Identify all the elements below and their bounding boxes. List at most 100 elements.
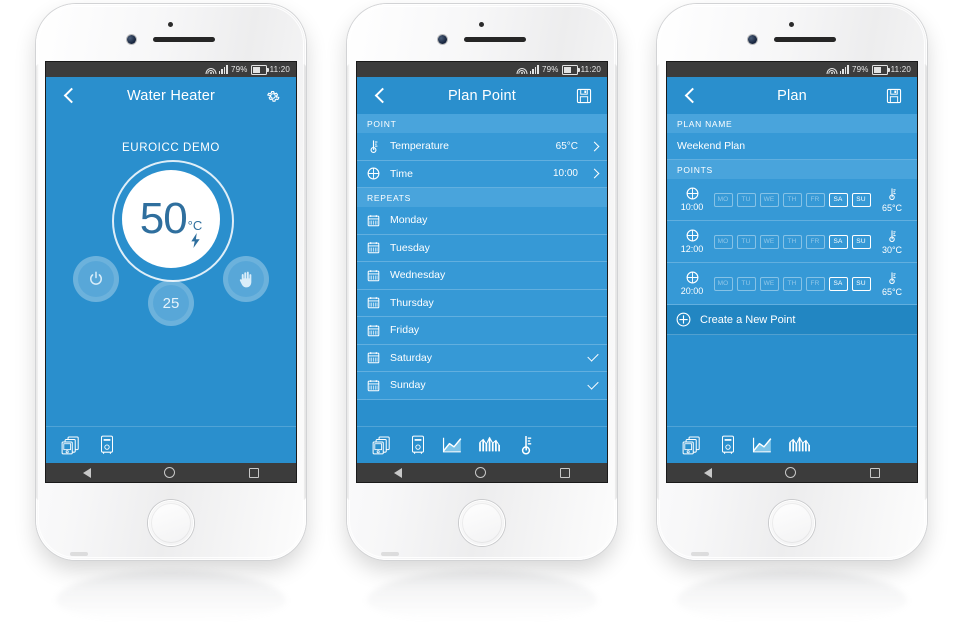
chevron-right-icon <box>589 168 600 179</box>
point-row[interactable]: 12:00 MO TU WE TH FR SA SU 30°C <box>667 221 917 263</box>
setpoint-button[interactable]: 25 <box>148 280 194 326</box>
row-friday[interactable]: Friday <box>357 317 607 345</box>
phone-reflection <box>677 570 907 622</box>
save-button[interactable] <box>881 83 907 109</box>
nav-back-icon[interactable] <box>703 467 712 478</box>
nav-recents-icon[interactable] <box>249 467 260 478</box>
row-temperature[interactable]: Temperature 65°C <box>357 133 607 161</box>
back-button[interactable] <box>56 83 82 109</box>
back-button[interactable] <box>677 83 703 109</box>
toolbar-statistics-button[interactable] <box>477 431 503 459</box>
toolbar-graph-button[interactable] <box>441 431 467 459</box>
day-chip-sa[interactable]: SA <box>828 276 848 291</box>
row-thursday[interactable]: Thursday <box>357 289 607 317</box>
section-header-point: POINT <box>357 114 607 133</box>
screenshot-stage: 79% 11:20 Water Heater EUROICC DEMO 50 °… <box>0 0 972 622</box>
day-chip-we[interactable]: WE <box>759 234 779 249</box>
boiler-icon <box>411 435 425 454</box>
device-name: EUROICC DEMO <box>122 142 220 154</box>
proximity-sensor <box>479 22 484 27</box>
settings-button[interactable] <box>260 83 286 109</box>
day-chip-fr[interactable]: FR <box>805 192 825 207</box>
day-chip-su[interactable]: SU <box>851 276 871 291</box>
day-chip-mo[interactable]: MO <box>713 276 733 291</box>
toolbar-devices-button[interactable] <box>679 431 705 459</box>
day-chip-we[interactable]: WE <box>759 276 779 291</box>
section-header-plan-name: PLAN NAME <box>667 114 917 133</box>
row-sunday[interactable]: Sunday <box>357 372 607 400</box>
signal-icon <box>218 65 228 74</box>
row-monday[interactable]: Monday <box>357 207 607 235</box>
home-button[interactable] <box>148 500 194 546</box>
back-button[interactable] <box>367 83 393 109</box>
nav-back-icon[interactable] <box>82 467 91 478</box>
phone-reflection <box>367 570 597 622</box>
nav-recents-icon[interactable] <box>560 467 571 478</box>
day-chip-sa[interactable]: SA <box>828 234 848 249</box>
thermometer-icon <box>521 436 532 455</box>
row-tuesday[interactable]: Tuesday <box>357 234 607 262</box>
row-label: Time <box>390 167 413 180</box>
day-chip-tu[interactable]: TU <box>736 234 756 249</box>
nav-recents-icon[interactable] <box>870 467 881 478</box>
phone-body: 79% 11:20 Water Heater EUROICC DEMO 50 °… <box>36 4 306 560</box>
row-saturday[interactable]: Saturday <box>357 344 607 372</box>
phone-3: 79% 11:20 Plan PLAN NAME Weekend Plan PO… <box>657 4 927 622</box>
day-chip-th[interactable]: TH <box>782 192 802 207</box>
thermometer-icon <box>889 229 896 242</box>
create-new-point-button[interactable]: Create a New Point <box>667 305 917 335</box>
plan-name-field[interactable]: Weekend Plan <box>667 133 917 160</box>
day-chip-fr[interactable]: FR <box>805 234 825 249</box>
row-time[interactable]: Time 10:00 <box>357 160 607 188</box>
point-temp-label: 65°C <box>881 286 903 297</box>
phone-1: 79% 11:20 Water Heater EUROICC DEMO 50 °… <box>36 4 306 622</box>
phone-edge-left <box>347 64 350 500</box>
nav-home-icon[interactable] <box>785 467 797 478</box>
section-header-points: POINTS <box>667 160 917 179</box>
power-button[interactable] <box>73 256 119 302</box>
toolbar-graph-button[interactable] <box>751 431 777 459</box>
battery-percent-label: 79% <box>851 65 869 74</box>
point-time-label: 10:00 <box>680 202 704 212</box>
toolbar-boiler-button[interactable] <box>94 431 120 459</box>
home-button[interactable] <box>769 500 815 546</box>
dial-temperature-value: 50 <box>139 194 188 243</box>
clock-label: 11:20 <box>269 65 290 74</box>
day-chip-tu[interactable]: TU <box>736 192 756 207</box>
day-chip-mo[interactable]: MO <box>713 192 733 207</box>
manual-mode-button[interactable] <box>223 256 269 302</box>
day-chip-we[interactable]: WE <box>759 192 779 207</box>
phone-3-content: PLAN NAME Weekend Plan POINTS 10:00 MO T… <box>667 114 917 448</box>
toolbar-boiler-button[interactable] <box>405 431 431 459</box>
day-chip-th[interactable]: TH <box>782 276 802 291</box>
home-button[interactable] <box>459 500 505 546</box>
point-row[interactable]: 10:00 MO TU WE TH FR SA SU 65°C <box>667 179 917 221</box>
calendar-icon <box>366 296 381 309</box>
phone-1-screen: 79% 11:20 Water Heater EUROICC DEMO 50 °… <box>46 62 296 482</box>
chevron-right-icon <box>589 141 600 152</box>
day-chip-fr[interactable]: FR <box>805 276 825 291</box>
day-chip-th[interactable]: TH <box>782 234 802 249</box>
toolbar-statistics-button[interactable] <box>787 431 813 459</box>
nav-home-icon[interactable] <box>475 467 487 478</box>
day-chip-sa[interactable]: SA <box>828 192 848 207</box>
row-wednesday[interactable]: Wednesday <box>357 262 607 290</box>
toolbar-devices-button[interactable] <box>58 431 84 459</box>
dial-unit-label: °C <box>187 217 203 233</box>
phone-body: 79% 11:20 Plan Point POINT Temperature 6… <box>347 4 617 560</box>
point-row[interactable]: 20:00 MO TU WE TH FR SA SU 65°C <box>667 263 917 305</box>
save-button[interactable] <box>571 83 597 109</box>
toolbar-boiler-button[interactable] <box>715 431 741 459</box>
nav-home-icon[interactable] <box>164 467 176 478</box>
nav-back-icon[interactable] <box>393 467 402 478</box>
day-chip-tu[interactable]: TU <box>736 276 756 291</box>
toolbar-temperature-button[interactable] <box>513 431 539 459</box>
row-value: 65°C <box>555 140 578 152</box>
temperature-dial[interactable]: 50 °C 25 <box>46 160 296 326</box>
day-chip-mo[interactable]: MO <box>713 234 733 249</box>
save-icon <box>886 88 902 103</box>
toolbar-devices-button[interactable] <box>369 431 395 459</box>
day-chip-su[interactable]: SU <box>851 192 871 207</box>
point-time: 12:00 <box>675 229 709 254</box>
day-chip-su[interactable]: SU <box>851 234 871 249</box>
